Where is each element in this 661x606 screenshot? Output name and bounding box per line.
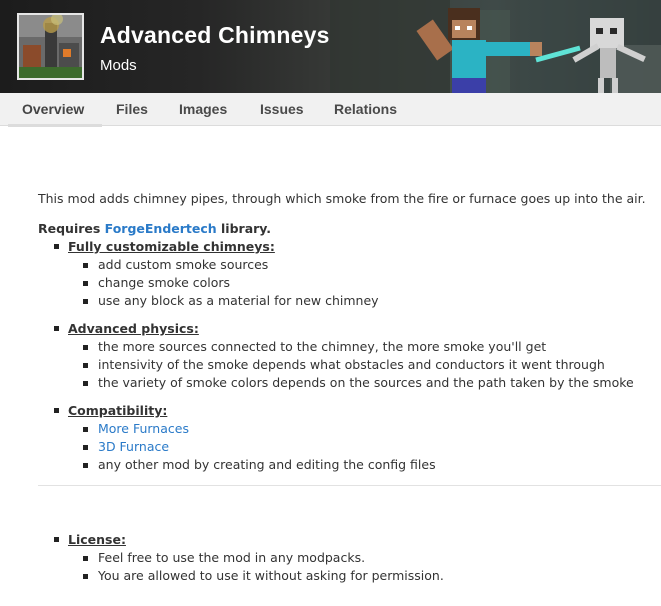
list-item: the variety of smoke colors depends on t… xyxy=(54,374,634,392)
bullet-icon xyxy=(83,363,88,368)
bullet-icon xyxy=(83,299,88,304)
list-item-text: You are allowed to use it without asking… xyxy=(98,568,444,583)
list-item: intensivity of the smoke depends what ob… xyxy=(54,356,634,374)
section-heading: Compatibility: xyxy=(54,402,436,420)
section-divider xyxy=(38,485,661,486)
bullet-icon xyxy=(83,281,88,286)
bullet-icon xyxy=(83,574,88,579)
tab-overview[interactable]: Overview xyxy=(7,93,103,127)
list-item-text: the more sources connected to the chimne… xyxy=(98,339,547,354)
project-header: Advanced Chimneys Mods xyxy=(0,0,661,93)
section-heading-text: License: xyxy=(68,532,126,547)
requires-prefix: Requires xyxy=(38,220,105,236)
more-furnaces-link[interactable]: More Furnaces xyxy=(98,421,189,436)
list-item: You are allowed to use it without asking… xyxy=(54,567,444,585)
license-section: License: Feel free to use the mod in any… xyxy=(54,531,444,585)
project-thumbnail[interactable] xyxy=(17,13,84,80)
bullet-icon xyxy=(83,345,88,350)
requires-suffix: library. xyxy=(216,220,272,236)
list-item: More Furnaces xyxy=(54,420,436,438)
feature-section-physics: Advanced physics: the more sources conne… xyxy=(54,320,634,392)
forgeendertech-link[interactable]: ForgeEndertech xyxy=(105,221,217,236)
list-item-text: add custom smoke sources xyxy=(98,257,269,272)
section-heading-text: Advanced physics: xyxy=(68,321,199,336)
list-item: add custom smoke sources xyxy=(54,256,379,274)
section-heading-text: Compatibility: xyxy=(68,403,168,418)
list-item: the more sources connected to the chimne… xyxy=(54,338,634,356)
section-heading: License: xyxy=(54,531,444,549)
section-heading-text: Fully customizable chimneys: xyxy=(68,239,275,254)
section-list: the more sources connected to the chimne… xyxy=(54,338,634,392)
tab-relations[interactable]: Relations xyxy=(334,93,397,126)
project-thumbnail-image xyxy=(19,15,82,78)
list-item-text: Feel free to use the mod in any modpacks… xyxy=(98,550,366,565)
project-title: Advanced Chimneys xyxy=(100,22,330,48)
list-item-text: any other mod by creating and editing th… xyxy=(98,457,436,472)
bullet-icon xyxy=(54,408,59,413)
list-item-text: change smoke colors xyxy=(98,275,231,290)
list-item: any other mod by creating and editing th… xyxy=(54,456,436,474)
bullet-icon xyxy=(83,427,88,432)
list-item: change smoke colors xyxy=(54,274,379,292)
tab-files[interactable]: Files xyxy=(116,93,148,126)
section-list: add custom smoke sources change smoke co… xyxy=(54,256,379,310)
list-item-text: use any block as a material for new chim… xyxy=(98,293,379,308)
bullet-icon xyxy=(83,381,88,386)
feature-section-customizable: Fully customizable chimneys: add custom … xyxy=(54,238,379,310)
3d-furnace-link[interactable]: 3D Furnace xyxy=(98,439,169,454)
project-tabs: Overview Files Images Issues Relations xyxy=(0,93,661,127)
list-item: 3D Furnace xyxy=(54,438,436,456)
list-item-text: the variety of smoke colors depends on t… xyxy=(98,375,634,390)
section-list: More Furnaces 3D Furnace any other mod b… xyxy=(54,420,436,474)
tab-images[interactable]: Images xyxy=(179,93,227,126)
section-heading: Advanced physics: xyxy=(54,320,634,338)
bullet-icon xyxy=(83,263,88,268)
feature-section-compatibility: Compatibility: More Furnaces 3D Furnace … xyxy=(54,402,436,474)
tab-issues[interactable]: Issues xyxy=(260,93,304,126)
list-item: use any block as a material for new chim… xyxy=(54,292,379,310)
bullet-icon xyxy=(83,556,88,561)
bullet-icon xyxy=(54,326,59,331)
requires-line: Requires ForgeEndertech library. xyxy=(38,221,271,236)
bullet-icon xyxy=(54,537,59,542)
list-item: Feel free to use the mod in any modpacks… xyxy=(54,549,444,567)
bullet-icon xyxy=(54,244,59,249)
description-intro: This mod adds chimney pipes, through whi… xyxy=(38,190,646,206)
section-heading: Fully customizable chimneys: xyxy=(54,238,379,256)
list-item-text: intensivity of the smoke depends what ob… xyxy=(98,357,605,372)
bullet-icon xyxy=(83,445,88,450)
project-category-link[interactable]: Mods xyxy=(100,57,137,74)
section-list: Feel free to use the mod in any modpacks… xyxy=(54,549,444,585)
bullet-icon xyxy=(83,463,88,468)
